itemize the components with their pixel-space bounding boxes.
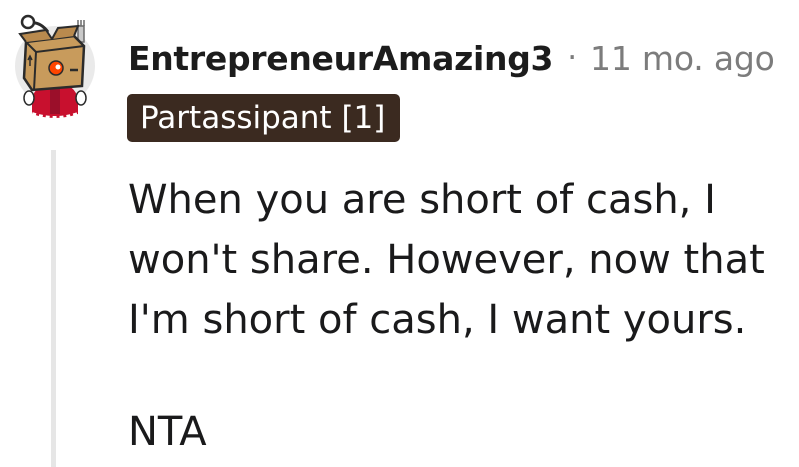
comment-paragraph: When you are short of cash, I won't shar…: [128, 177, 765, 343]
user-flair-badge: Partassipant [1]: [127, 94, 401, 142]
thread-collapse-line[interactable]: [51, 150, 56, 467]
user-avatar-icon[interactable]: [12, 14, 98, 126]
user-flair-label: Partassipant [1]: [140, 100, 386, 136]
username-link[interactable]: EntrepreneurAmazing3: [128, 39, 553, 78]
comment-body: When you are short of cash, I won't shar…: [128, 170, 788, 462]
meta-separator: ·: [567, 40, 578, 76]
comment-header: EntrepreneurAmazing3 · 11 mo. ago: [128, 34, 775, 82]
comment-paragraph-verdict: NTA: [128, 409, 207, 455]
comment-timestamp[interactable]: 11 mo. ago: [590, 39, 775, 78]
